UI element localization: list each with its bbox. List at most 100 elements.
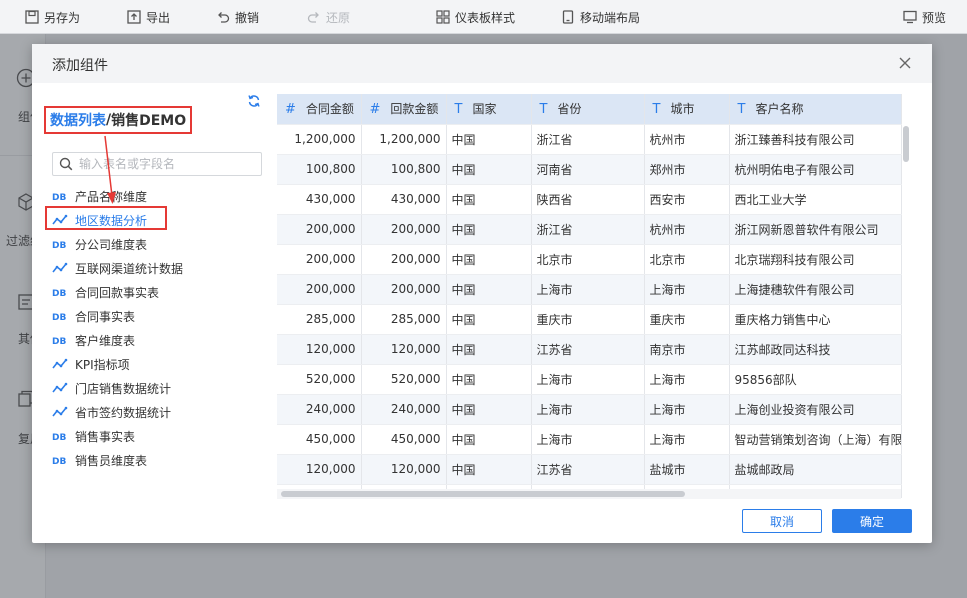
column-header-label: 回款金额 [390, 102, 439, 117]
table-cell: 江苏邮政同达科技 [729, 334, 902, 365]
table-cell: 200,000 [277, 214, 362, 245]
redo-icon [307, 12, 319, 23]
table-row: 1,200,000 1,200,000 中国 浙江省 杭州市 浙江臻善科技有限公司 [277, 124, 902, 155]
table-list-item[interactable]: DB 销售事实表 [52, 424, 267, 448]
table-list-item[interactable]: DB 合同回款事实表 [52, 280, 267, 304]
table-list-item-label: KPI指标项 [75, 357, 130, 372]
table-cell: 240,000 [361, 394, 447, 425]
table-cell: 重庆市 [644, 304, 730, 335]
table-cell: 95856部队 [729, 364, 902, 395]
table-list-item-label: 销售事实表 [75, 429, 136, 444]
table-cell: 中国 [446, 154, 532, 185]
table-list-item-label: 省市签约数据统计 [75, 405, 172, 420]
mobile-layout-button[interactable]: 移动端布局 [561, 9, 640, 25]
table-cell: 浙江省 [531, 214, 645, 245]
table-cell: 1,200,000 [361, 124, 447, 155]
horizontal-scrollbar[interactable] [281, 491, 685, 497]
undo-icon [218, 12, 230, 23]
column-header[interactable]: T 国家 [446, 94, 532, 125]
table-cell: 西北工业大学 [729, 184, 902, 215]
table-cell: 上海市 [531, 424, 645, 455]
column-header[interactable]: T 省份 [531, 94, 645, 125]
table-list-item[interactable]: 地区数据分析 [52, 208, 267, 232]
table-cell: 浙江网新恩普软件有限公司 [729, 214, 902, 245]
table-row: 120,000 120,000 中国 江苏省 南京市 江苏邮政同达科技 [277, 334, 902, 365]
cancel-button[interactable]: 取消 [742, 509, 822, 533]
vertical-scrollbar[interactable] [903, 126, 909, 162]
export-button[interactable]: 导出 [127, 9, 170, 25]
svg-text:DB: DB [52, 433, 66, 442]
dialog-title: 添加组件 [52, 58, 108, 74]
table-row: 200,000 200,000 中国 北京市 北京市 北京瑞翔科技有限公司 [277, 244, 902, 275]
table-cell: 江苏省 [531, 454, 645, 485]
table-list-item-label: 客户维度表 [75, 333, 136, 348]
analysis-icon [52, 358, 68, 369]
breadcrumb-data-list-link[interactable]: 数据列表 [50, 110, 106, 130]
table-cell: 上海市 [531, 364, 645, 395]
table-cell: 200,000 [361, 214, 447, 245]
table-row: 120,000 120,000 中国 江苏省 盐城市 盐城邮政局 [277, 454, 902, 485]
table-row: 200,000 200,000 中国 浙江省 杭州市 浙江网新恩普软件有限公司 [277, 214, 902, 245]
db-table-icon: DB [52, 193, 66, 202]
column-header[interactable]: # 回款金额 [361, 94, 447, 125]
db-table-icon: DB [52, 289, 66, 298]
table-list-item[interactable]: DB 产品名称维度 [52, 184, 267, 208]
table-cell: 中国 [446, 364, 532, 395]
confirm-button[interactable]: 确定 [832, 509, 912, 533]
close-icon[interactable] [898, 56, 912, 70]
search-input[interactable] [79, 157, 249, 171]
data-table-list: DB 产品名称维度 地区数据分析 DB 分公司维度表 互联网渠道统计数据 DB 合同回款事实表… [52, 184, 267, 472]
table-list-item[interactable]: DB 分公司维度表 [52, 232, 267, 256]
table-cell: 南京市 [644, 334, 730, 365]
column-header[interactable]: T 城市 [644, 94, 730, 125]
table-cell: 北京市 [531, 244, 645, 275]
table-cell: 上海市 [644, 364, 730, 395]
dashboard-style-button[interactable]: 仪表板样式 [436, 9, 515, 25]
table-cell: 浙江省 [531, 124, 645, 155]
save-as-button[interactable]: 另存为 [25, 9, 80, 25]
table-list-item-label: 产品名称维度 [75, 189, 148, 204]
table-cell: 100,800 [277, 154, 362, 185]
preview-grid: # 合同金额 # 回款金额 T 国家 T 省份 T 城市 T 客户名称 1,200,000 1,200,… [277, 94, 902, 498]
table-list-item[interactable]: 省市签约数据统计 [52, 400, 267, 424]
table-cell: 盐城市 [644, 454, 730, 485]
table-list-item-label: 分公司维度表 [75, 237, 148, 252]
data-preview-table: # 合同金额 # 回款金额 T 国家 T 省份 T 城市 T 客户名称 1,200,000 1,200,… [277, 94, 913, 498]
table-list-item[interactable]: DB 销售员维度表 [52, 448, 267, 472]
table-cell: 北京瑞翔科技有限公司 [729, 244, 902, 275]
analysis-icon [52, 406, 68, 417]
save-icon [25, 10, 39, 24]
column-header[interactable]: # 合同金额 [277, 94, 362, 125]
add-component-dialog: 添加组件 数据列表 / 销售DEMO DB 产品名称维度地区数据分析 DB 分公司维度… [32, 44, 932, 543]
table-list-item[interactable]: 互联网渠道统计数据 [52, 256, 267, 280]
table-list-item[interactable]: DB 客户维度表 [52, 328, 267, 352]
refresh-icon[interactable] [247, 94, 261, 108]
redo-button[interactable]: 还原 [307, 9, 350, 25]
numeric-type-icon: # [369, 102, 381, 118]
toolbar: 另存为 导出 撤销 还原 仪表板样式 移动端布局 预览 [0, 0, 967, 34]
table-row: 200,000 200,000 中国 上海市 上海市 上海捷穗软件有限公司 [277, 274, 902, 305]
table-cell: 240,000 [277, 394, 362, 425]
table-cell: 中国 [446, 454, 532, 485]
table-cell: 中国 [446, 274, 532, 305]
table-list-item[interactable]: DB 合同事实表 [52, 304, 267, 328]
table-list-item[interactable]: KPI指标项 [52, 352, 267, 376]
preview-label: 预览 [922, 10, 947, 25]
undo-button[interactable]: 撤销 [216, 9, 259, 25]
table-row: 430,000 430,000 中国 陕西省 西安市 西北工业大学 [277, 184, 902, 215]
table-list-item-label: 销售员维度表 [75, 453, 148, 468]
table-cell: 520,000 [361, 364, 447, 395]
preview-button[interactable]: 预览 [903, 9, 946, 25]
table-cell: 河南省 [531, 154, 645, 185]
table-list-item[interactable]: 门店销售数据统计 [52, 376, 267, 400]
svg-text:DB: DB [52, 313, 66, 322]
numeric-type-icon: # [285, 102, 296, 118]
table-cell: 450,000 [361, 424, 447, 455]
column-header[interactable]: T 客户名称 [729, 94, 902, 125]
export-label: 导出 [146, 10, 171, 25]
table-cell: 430,000 [277, 184, 362, 215]
table-cell: 200,000 [277, 274, 362, 305]
table-cell: 上海市 [531, 394, 645, 425]
table-cell: 中国 [446, 424, 532, 455]
table-cell: 北京市 [644, 244, 730, 275]
